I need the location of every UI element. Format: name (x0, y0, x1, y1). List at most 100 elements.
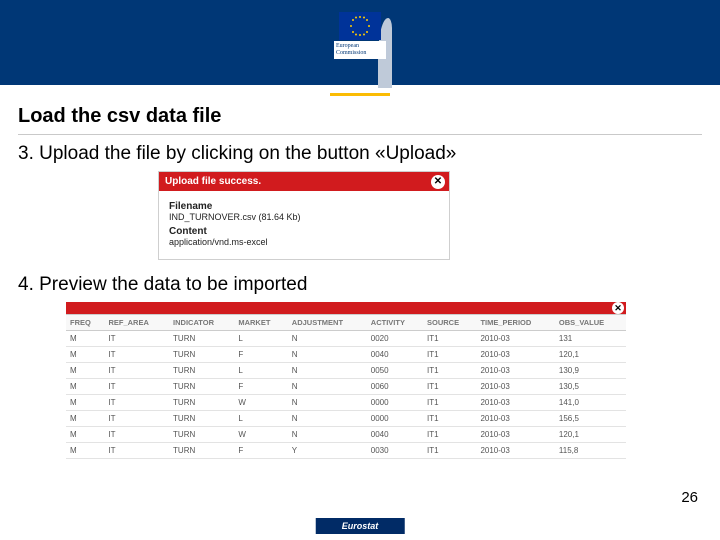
table-cell: N (288, 347, 367, 363)
column-header: ACTIVITY (367, 315, 423, 331)
table-cell: 2010-03 (476, 411, 554, 427)
table-cell: IT (104, 411, 169, 427)
table-cell: 120,1 (555, 347, 626, 363)
table-cell: 0000 (367, 411, 423, 427)
table-cell: 141,0 (555, 395, 626, 411)
table-row: MITTURNLN0000IT12010-03156,5 (66, 411, 626, 427)
table-cell: TURN (169, 363, 234, 379)
table-cell: IT1 (423, 443, 476, 459)
table-cell: IT1 (423, 363, 476, 379)
column-header: ADJUSTMENT (288, 315, 367, 331)
page-title: Load the csv data file (18, 105, 702, 128)
table-cell: M (66, 443, 104, 459)
preview-table-panel: ✕ FREQREF_AREAINDICATORMARKETADJUSTMENTA… (66, 302, 626, 459)
table-cell: 2010-03 (476, 443, 554, 459)
ec-logo-text: EuropeanCommission (334, 41, 386, 59)
table-cell: F (234, 379, 287, 395)
table-cell: 2010-03 (476, 379, 554, 395)
table-cell: M (66, 331, 104, 347)
table-row: MITTURNFN0060IT12010-03130,5 (66, 379, 626, 395)
table-cell: 0040 (367, 427, 423, 443)
table-cell: 2010-03 (476, 331, 554, 347)
table-cell: IT1 (423, 379, 476, 395)
step-3-text: 3. Upload the file by clicking on the bu… (18, 143, 702, 165)
column-header: MARKET (234, 315, 287, 331)
table-cell: TURN (169, 395, 234, 411)
table-cell: TURN (169, 331, 234, 347)
filename-label: Filename (169, 201, 439, 212)
table-cell: N (288, 395, 367, 411)
upload-success-panel: Upload file success. ✕ Filename IND_TURN… (158, 171, 450, 260)
footer-eurostat: Eurostat (316, 518, 405, 534)
table-cell: IT (104, 443, 169, 459)
table-row: MITTURNFY0030IT12010-03115,8 (66, 443, 626, 459)
table-cell: 130,9 (555, 363, 626, 379)
table-cell: 0030 (367, 443, 423, 459)
table-cell: IT (104, 331, 169, 347)
table-cell: TURN (169, 427, 234, 443)
ec-logo: EuropeanCommission (330, 12, 390, 59)
logo-underline (330, 93, 390, 96)
table-cell: Y (288, 443, 367, 459)
table-cell: 156,5 (555, 411, 626, 427)
table-cell: 0050 (367, 363, 423, 379)
content-value: application/vnd.ms-excel (169, 237, 439, 247)
table-cell: IT (104, 379, 169, 395)
table-cell: IT1 (423, 411, 476, 427)
table-cell: 115,8 (555, 443, 626, 459)
content-label: Content (169, 226, 439, 237)
table-row: MITTURNFN0040IT12010-03120,1 (66, 347, 626, 363)
table-cell: N (288, 379, 367, 395)
table-cell: TURN (169, 379, 234, 395)
column-header: OBS_VALUE (555, 315, 626, 331)
upload-success-title: Upload file success. (165, 176, 261, 187)
table-cell: N (288, 363, 367, 379)
column-header: TIME_PERIOD (476, 315, 554, 331)
table-cell: IT1 (423, 395, 476, 411)
step-4-text: 4. Preview the data to be imported (18, 274, 702, 296)
table-row: MITTURNLN0050IT12010-03130,9 (66, 363, 626, 379)
close-icon[interactable]: ✕ (431, 175, 445, 189)
page-number: 26 (681, 489, 698, 506)
table-cell: 2010-03 (476, 347, 554, 363)
table-cell: N (288, 411, 367, 427)
table-cell: 0060 (367, 379, 423, 395)
table-cell: IT1 (423, 331, 476, 347)
table-cell: TURN (169, 443, 234, 459)
column-header: FREQ (66, 315, 104, 331)
table-cell: 0040 (367, 347, 423, 363)
preview-table: FREQREF_AREAINDICATORMARKETADJUSTMENTACT… (66, 314, 626, 459)
table-cell: TURN (169, 411, 234, 427)
table-cell: IT (104, 395, 169, 411)
column-header: SOURCE (423, 315, 476, 331)
table-cell: L (234, 411, 287, 427)
table-cell: 120,1 (555, 427, 626, 443)
filename-value: IND_TURNOVER.csv (81.64 Kb) (169, 212, 439, 222)
preview-table-header-bar: ✕ (66, 302, 626, 314)
table-cell: W (234, 395, 287, 411)
table-cell: M (66, 347, 104, 363)
table-cell: F (234, 443, 287, 459)
table-cell: 2010-03 (476, 363, 554, 379)
upload-success-header: Upload file success. ✕ (159, 172, 449, 191)
table-cell: L (234, 331, 287, 347)
table-cell: TURN (169, 347, 234, 363)
table-cell: IT (104, 427, 169, 443)
table-cell: N (288, 427, 367, 443)
table-cell: 0020 (367, 331, 423, 347)
table-row: MITTURNWN0040IT12010-03120,1 (66, 427, 626, 443)
table-cell: F (234, 347, 287, 363)
table-cell: IT1 (423, 427, 476, 443)
table-cell: IT1 (423, 347, 476, 363)
close-icon[interactable]: ✕ (612, 302, 624, 314)
table-cell: M (66, 411, 104, 427)
table-cell: 131 (555, 331, 626, 347)
table-cell: M (66, 395, 104, 411)
table-cell: 2010-03 (476, 395, 554, 411)
table-cell: IT (104, 363, 169, 379)
table-cell: N (288, 331, 367, 347)
table-cell: L (234, 363, 287, 379)
divider (18, 134, 702, 135)
eu-flag-icon (339, 12, 381, 40)
table-row: MITTURNLN0020IT12010-03131 (66, 331, 626, 347)
